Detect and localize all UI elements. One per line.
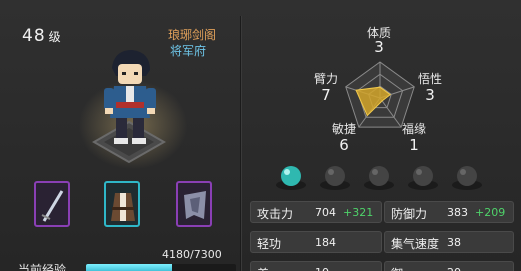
stat-value-strength: 7	[321, 86, 331, 104]
attr-row3-right-value: 20	[447, 266, 461, 271]
attr-attack-bonus: +321	[343, 206, 374, 219]
level-number: 48	[22, 26, 46, 46]
attr-defense-bonus: +209	[475, 206, 506, 219]
attr-row3-left-value: 10	[315, 266, 329, 271]
sect-name: 琅琊剑阁	[168, 28, 217, 42]
attr-agility: 轻功 184	[250, 231, 382, 253]
stat-label-strength: 臂力	[313, 72, 338, 86]
stat-label-fortune: 福缘	[401, 122, 426, 136]
stat-label-agility: 敏捷	[331, 122, 356, 136]
attr-defense-value: 383	[447, 206, 468, 219]
orb-slot-5[interactable]	[450, 163, 484, 191]
orb-slot-4[interactable]	[406, 163, 440, 191]
equipment-slot-robe[interactable]	[104, 181, 140, 227]
orb-slot-3[interactable]	[362, 163, 396, 191]
attr-attack-label: 攻击力	[257, 207, 294, 221]
attr-agility-value: 184	[315, 236, 336, 249]
attr-focus-speed-value: 38	[447, 236, 461, 249]
equipment-slot-sword[interactable]	[34, 181, 70, 227]
attr-row3-right: 御 20	[384, 261, 514, 271]
stat-value-agility: 6	[339, 136, 349, 154]
character-portrait[interactable]	[98, 46, 162, 150]
panel-divider	[240, 16, 242, 271]
exp-value: 4180/7300	[162, 248, 222, 261]
character-panel: 48 级 琅琊剑阁 将军府 当前经验 4180/7300 体质 3 悟性 3 福…	[0, 0, 521, 271]
equipment-slot-cloak[interactable]	[176, 181, 212, 227]
exp-label: 当前经验	[18, 263, 67, 271]
attr-attack: 攻击力 704 +321	[250, 201, 382, 223]
stat-value-constitution: 3	[374, 38, 384, 56]
exp-bar	[86, 264, 236, 271]
orb-slot-1[interactable]	[274, 163, 308, 191]
attr-defense-label: 防御力	[391, 207, 428, 221]
attr-focus-speed-label: 集气速度	[391, 237, 440, 251]
stat-value-fortune: 1	[409, 136, 419, 154]
robe-icon	[111, 193, 135, 221]
rank-name: 将军府	[170, 44, 207, 58]
level-unit: 级	[48, 30, 62, 44]
stat-value-comprehension: 3	[425, 86, 435, 104]
attr-agility-label: 轻功	[257, 237, 282, 251]
attr-row3-right-label: 御	[391, 265, 403, 271]
cloak-icon	[184, 191, 206, 219]
sword-icon	[41, 190, 64, 222]
character-level: 48 级	[22, 26, 62, 46]
stat-label-comprehension: 悟性	[417, 72, 442, 86]
attr-attack-value: 704	[315, 206, 336, 219]
attr-defense: 防御力 383 +209	[384, 201, 514, 223]
exp-bar-fill	[86, 264, 172, 271]
orb-slot-2[interactable]	[318, 163, 352, 191]
attr-row3-left-label: 养	[257, 265, 269, 271]
attr-row3-left: 养 10	[250, 261, 382, 271]
attr-focus-speed: 集气速度 38	[384, 231, 514, 253]
